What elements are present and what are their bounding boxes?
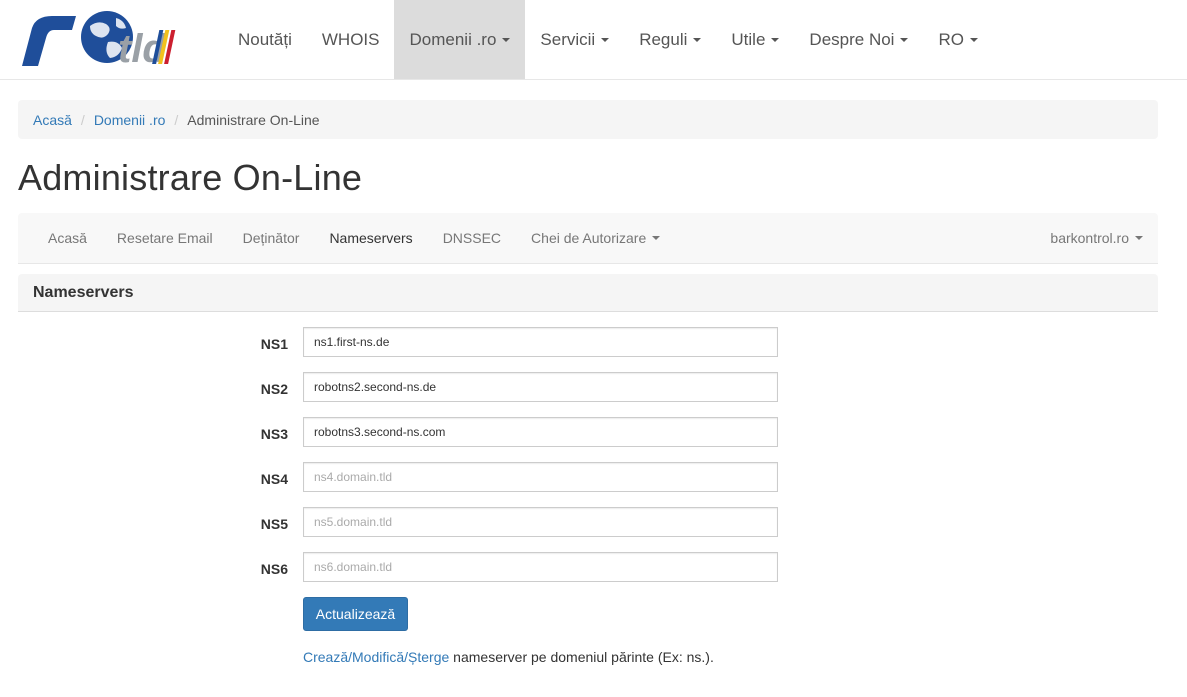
- subnav-chei-autorizare[interactable]: Chei de Autorizare: [516, 213, 675, 263]
- main-menu: Noutăți WHOIS Domenii .ro Servicii Regul…: [223, 0, 993, 79]
- ns5-label: NS5: [260, 516, 288, 532]
- caret-down-icon: [693, 37, 702, 42]
- nav-utile-label: Utile: [731, 29, 766, 49]
- caret-down-icon: [1135, 236, 1143, 240]
- breadcrumb-home-link[interactable]: Acasă: [33, 112, 72, 128]
- nav-reguli-label: Reguli: [639, 29, 688, 49]
- subnav-detinator[interactable]: Deținător: [228, 213, 315, 263]
- nav-noutati-label: Noutăți: [238, 29, 292, 49]
- nav-domenii-ro[interactable]: Domenii .ro: [394, 0, 526, 79]
- ns2-label: NS2: [260, 381, 288, 397]
- parent-nameserver-note-text: nameserver pe domeniul părinte (Ex: ns.)…: [449, 649, 714, 665]
- domain-selector-dropdown[interactable]: barkontrol.ro: [1035, 213, 1158, 263]
- page-title: Administrare On-Line: [18, 157, 363, 198]
- subnav-dnssec[interactable]: DNSSEC: [428, 213, 516, 263]
- breadcrumb-separator: /: [80, 111, 85, 128]
- nav-language-label: RO: [938, 29, 964, 49]
- admin-subnav-items: Acasă Resetare Email Deținător Nameserve…: [33, 213, 675, 263]
- breadcrumb-current: Administrare On-Line: [187, 111, 320, 128]
- ns3-label: NS3: [260, 426, 288, 442]
- form-row-ns1: NS1: [0, 327, 1187, 357]
- form-row-ns4: NS4: [0, 462, 1187, 492]
- form-row-ns3: NS3: [0, 417, 1187, 447]
- subnav-detinator-label: Deținător: [242, 230, 300, 246]
- nav-utile[interactable]: Utile: [716, 0, 794, 79]
- nav-reguli[interactable]: Reguli: [624, 0, 716, 79]
- top-navbar: tld Noutăți WHOIS Domenii .ro Servicii R…: [0, 0, 1187, 80]
- caret-down-icon: [502, 37, 511, 42]
- subnav-acasa-label: Acasă: [48, 230, 87, 246]
- nav-despre-noi-label: Despre Noi: [809, 29, 895, 49]
- nav-whois[interactable]: WHOIS: [307, 0, 395, 79]
- parent-nameserver-note: Crează/Modifică/Șterge nameserver pe dom…: [303, 649, 714, 665]
- ns2-input[interactable]: [303, 372, 778, 402]
- form-row-ns6: NS6: [0, 552, 1187, 582]
- nav-noutati[interactable]: Noutăți: [223, 0, 307, 79]
- domain-selector-label: barkontrol.ro: [1050, 230, 1129, 246]
- ns4-input[interactable]: [303, 462, 778, 492]
- subnav-resetare-email-label: Resetare Email: [116, 230, 213, 246]
- caret-down-icon: [969, 37, 978, 42]
- ns1-label: NS1: [260, 336, 288, 352]
- rotld-logo[interactable]: tld: [18, 8, 208, 70]
- update-button[interactable]: Actualizează: [303, 597, 408, 631]
- ns6-label: NS6: [260, 561, 288, 577]
- subnav-resetare-email[interactable]: Resetare Email: [102, 213, 228, 263]
- form-row-ns2: NS2: [0, 372, 1187, 402]
- nav-despre-noi[interactable]: Despre Noi: [794, 0, 923, 79]
- ns1-input[interactable]: [303, 327, 778, 357]
- nav-servicii-label: Servicii: [540, 29, 596, 49]
- breadcrumb-separator: /: [174, 111, 179, 128]
- breadcrumb-domenii-link[interactable]: Domenii .ro: [94, 112, 166, 128]
- ns5-input[interactable]: [303, 507, 778, 537]
- breadcrumb: Acasă / Domenii .ro / Administrare On-Li…: [18, 100, 1158, 139]
- admin-subnav: Acasă Resetare Email Deținător Nameserve…: [18, 213, 1158, 264]
- subnav-chei-autorizare-label: Chei de Autorizare: [531, 230, 647, 246]
- form-row-ns5: NS5: [0, 507, 1187, 537]
- caret-down-icon: [900, 37, 909, 42]
- subnav-nameservers-label: Nameservers: [329, 230, 413, 246]
- nav-domenii-ro-label: Domenii .ro: [409, 29, 497, 49]
- ns3-input[interactable]: [303, 417, 778, 447]
- ns4-label: NS4: [260, 471, 288, 487]
- ns6-input[interactable]: [303, 552, 778, 582]
- caret-down-icon: [652, 236, 661, 240]
- manage-parent-nameserver-link[interactable]: Crează/Modifică/Șterge: [303, 649, 449, 665]
- panel-heading: Nameservers: [18, 274, 1158, 312]
- nav-language-ro[interactable]: RO: [923, 0, 993, 79]
- caret-down-icon: [771, 37, 780, 42]
- caret-down-icon: [601, 37, 610, 42]
- panel-title: Nameservers: [33, 283, 134, 301]
- nav-whois-label: WHOIS: [321, 29, 380, 49]
- nav-servicii[interactable]: Servicii: [525, 0, 624, 79]
- subnav-dnssec-label: DNSSEC: [442, 230, 502, 246]
- subnav-nameservers[interactable]: Nameservers: [314, 213, 427, 263]
- subnav-acasa[interactable]: Acasă: [33, 213, 102, 263]
